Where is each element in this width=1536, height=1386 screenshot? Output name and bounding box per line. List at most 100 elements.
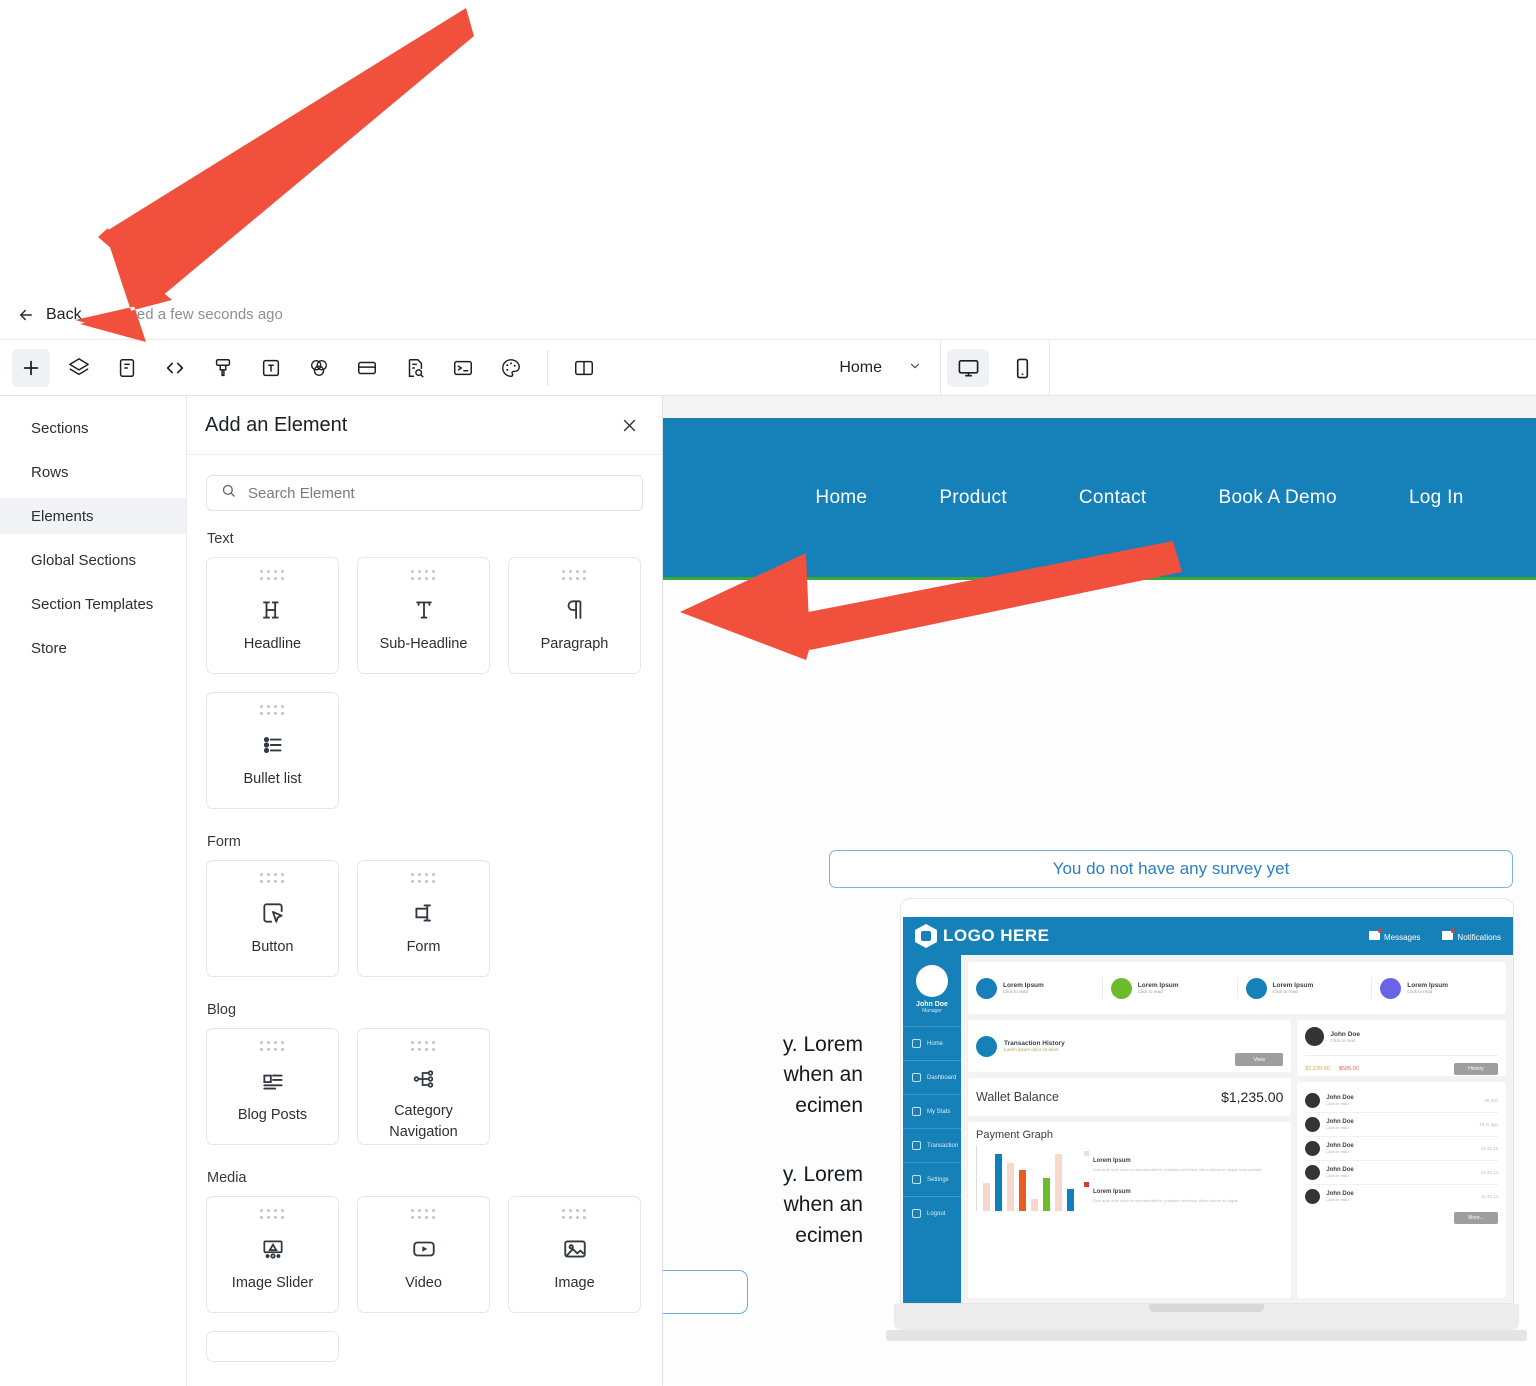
element-card-label: Headline xyxy=(243,636,302,652)
element-card-bullet-list[interactable]: Bullet list xyxy=(206,692,339,809)
dash-sidebar-item-logout[interactable]: Logout xyxy=(903,1196,961,1230)
hero-cta-button[interactable] xyxy=(663,1270,748,1314)
nav-link-contact[interactable]: Contact xyxy=(1043,487,1183,509)
dashboard-sidebar: John Doe Manager Home Dashboard My Stats… xyxy=(903,955,961,1303)
notifications-item[interactable]: Notifications xyxy=(1442,928,1501,942)
element-card-paragraph[interactable]: Paragraph xyxy=(508,557,641,674)
stat-card[interactable]: Lorem Ipsum Click to read xyxy=(1238,977,1373,999)
list-item[interactable]: John Doe Click to read 18:41:19 xyxy=(1305,1137,1498,1161)
view-button[interactable]: View xyxy=(1235,1053,1284,1066)
person-time: 11:40:14 xyxy=(1480,1194,1498,1199)
element-card-label: Sub-Headline xyxy=(379,636,468,652)
survey-empty-message: You do not have any survey yet xyxy=(1052,859,1290,878)
add-element-icon[interactable] xyxy=(12,349,50,387)
preview-site-header: Home Product Contact Book A Demo Log In xyxy=(663,418,1536,580)
dash-sidebar-item-my-stats[interactable]: My Stats xyxy=(903,1094,961,1128)
nav-link-book-a-demo[interactable]: Book A Demo xyxy=(1183,487,1373,509)
split-view-icon[interactable] xyxy=(565,349,603,387)
profile-bottom: $1,235.00 $585.00 History xyxy=(1305,1055,1498,1075)
element-card-video[interactable]: Video xyxy=(357,1196,490,1313)
mobile-view-icon[interactable] xyxy=(1001,349,1043,387)
search-icon xyxy=(221,483,236,503)
blank-area-above-editor xyxy=(0,0,1536,290)
card-icon[interactable] xyxy=(348,349,386,387)
app-root: Back saved a few seconds ago Home Sectio… xyxy=(0,0,1536,1386)
add-element-panel: Add an Element Text xyxy=(186,396,663,1386)
color-blend-icon[interactable] xyxy=(300,349,338,387)
drag-dots-icon xyxy=(260,873,285,884)
history-button[interactable]: History xyxy=(1454,1063,1498,1075)
list-item[interactable]: John Doe Click to read 11:40:14 xyxy=(1305,1185,1498,1208)
element-card-category-navigation[interactable]: Category Navigation xyxy=(357,1028,490,1145)
drag-dots-icon xyxy=(411,873,436,884)
nav-link-home[interactable]: Home xyxy=(779,487,903,509)
dash-sidebar-item-transaction[interactable]: Transaction xyxy=(903,1128,961,1162)
hero-text-block-1: y. Lorem when an ecimen xyxy=(663,1030,863,1121)
stat-sub: Click to read xyxy=(1407,989,1433,994)
laptop-foot xyxy=(886,1330,1527,1341)
dash-sidebar-item-dashboard[interactable]: Dashboard xyxy=(903,1060,961,1094)
survey-empty-banner[interactable]: You do not have any survey yet xyxy=(829,850,1513,888)
sidebar-item-store[interactable]: Store xyxy=(0,630,186,666)
person-sub: Click to read xyxy=(1326,1197,1349,1202)
list-item[interactable]: John Doe Click to read 05 min xyxy=(1305,1089,1498,1113)
list-item[interactable]: John Doe Click to read 16:40:14 xyxy=(1305,1161,1498,1185)
preview-site-nav: Home Product Contact Book A Demo Log In xyxy=(699,487,1499,509)
page-icon[interactable] xyxy=(108,349,146,387)
legend-sub: Duis aute irure dolor in reprehenderit i… xyxy=(1093,1198,1239,1203)
element-card-form[interactable]: Form xyxy=(357,860,490,977)
element-card-image[interactable]: Image xyxy=(508,1196,641,1313)
typography-icon[interactable] xyxy=(252,349,290,387)
sidebar-item-elements[interactable]: Elements xyxy=(0,498,186,534)
image-icon xyxy=(562,1229,588,1269)
sidebar-item-sections[interactable]: Sections xyxy=(0,410,186,446)
stats-icon xyxy=(912,1107,921,1116)
back-arrow-icon[interactable] xyxy=(16,305,36,325)
close-icon[interactable] xyxy=(618,414,640,436)
search-input[interactable] xyxy=(248,484,628,502)
element-card-blog-posts[interactable]: Blog Posts xyxy=(206,1028,339,1145)
stat-card[interactable]: Lorem Ipsum Click to read xyxy=(1103,977,1238,999)
stat-card[interactable]: Lorem Ipsum Click to read xyxy=(1372,977,1506,999)
nav-link-log-in[interactable]: Log In xyxy=(1373,487,1500,509)
console-icon[interactable] xyxy=(444,349,482,387)
desktop-view-icon[interactable] xyxy=(947,349,989,387)
element-card-image-slider[interactable]: Image Slider xyxy=(206,1196,339,1313)
dash-sidebar-item-settings[interactable]: Settings xyxy=(903,1162,961,1196)
hero-line: ecimen xyxy=(795,1223,863,1247)
dash-sidebar-item-home[interactable]: Home xyxy=(903,1026,961,1060)
profile-top: John Doe Click to read xyxy=(1305,1027,1498,1046)
palette-icon[interactable] xyxy=(492,349,530,387)
sidebar-item-rows[interactable]: Rows xyxy=(0,454,186,490)
chart-bar xyxy=(1043,1178,1050,1211)
list-item[interactable]: John Doe Click to read 10 m ago xyxy=(1305,1113,1498,1137)
code-icon[interactable] xyxy=(156,349,194,387)
element-card-headline[interactable]: Headline xyxy=(206,557,339,674)
sidebar-user-role: Manager xyxy=(922,1008,942,1014)
stat-bubble xyxy=(1380,977,1402,999)
stat-title: Lorem Ipsum xyxy=(1137,982,1179,989)
legend-swatch xyxy=(1084,1151,1089,1156)
search-box[interactable] xyxy=(206,475,643,511)
sidebar-item-section-templates[interactable]: Section Templates xyxy=(0,586,186,622)
back-label[interactable]: Back xyxy=(46,306,82,324)
layers-icon[interactable] xyxy=(60,349,98,387)
element-card-next-row-partial[interactable] xyxy=(206,1331,339,1362)
messages-item[interactable]: Messages xyxy=(1368,928,1420,942)
element-card-sub-headline[interactable]: Sub-Headline xyxy=(357,557,490,674)
page-selector[interactable]: Home xyxy=(821,341,940,396)
legend-entry: Lorem Ipsum Duis aute irure dolor in repr… xyxy=(1084,1149,1263,1173)
element-card-label: Category Navigation xyxy=(389,1102,458,1141)
nav-link-product[interactable]: Product xyxy=(903,487,1043,509)
more-button[interactable]: More... xyxy=(1454,1212,1498,1224)
sidebar-item-global-sections[interactable]: Global Sections xyxy=(0,542,186,578)
stat-card[interactable]: Lorem Ipsum Click to read xyxy=(968,977,1103,999)
brush-icon[interactable] xyxy=(204,349,242,387)
chart-bar xyxy=(1007,1163,1014,1211)
bullet-list-icon xyxy=(260,725,286,765)
drag-dots-icon xyxy=(260,1041,285,1052)
laptop-notch xyxy=(1149,1304,1264,1312)
element-card-button[interactable]: Button xyxy=(206,860,339,977)
dashboard-mid-left: Transaction History Lorem ipsum dolor si… xyxy=(968,1020,1292,1298)
seo-icon[interactable] xyxy=(396,349,434,387)
